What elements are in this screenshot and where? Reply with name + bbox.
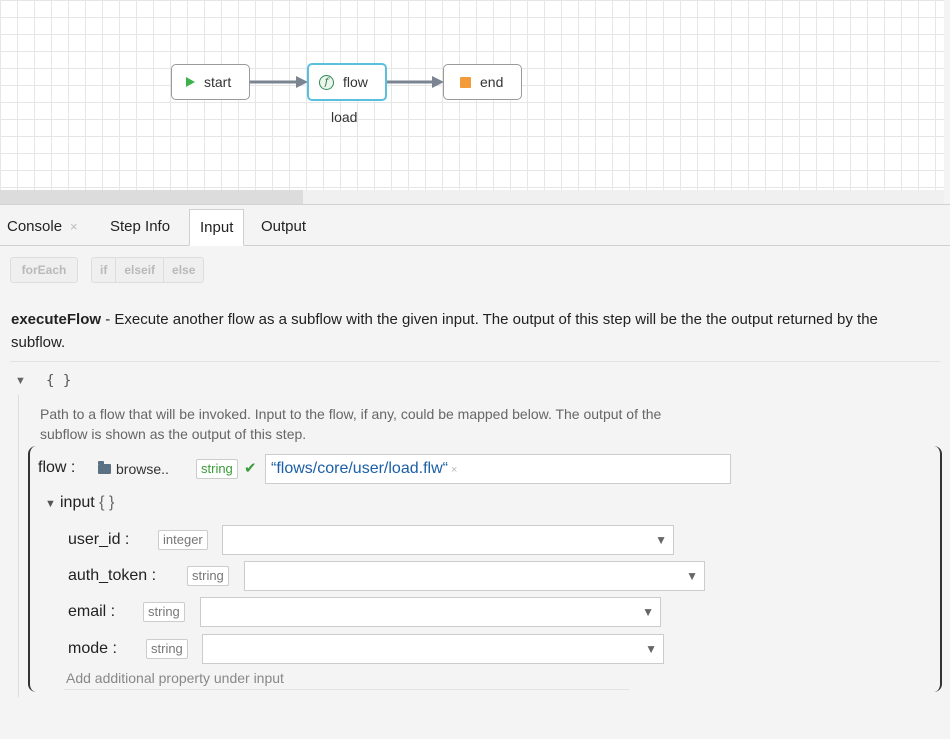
else-button[interactable]: else [164, 258, 203, 282]
collapse-root-icon[interactable]: ▼ [15, 375, 26, 387]
tab-input[interactable]: Input [189, 209, 245, 246]
property-type-badge: integer [158, 530, 208, 550]
email-select[interactable]: ▼ [200, 597, 661, 627]
root-help-text: Path to a flow that will be invoked. Inp… [40, 406, 662, 442]
browse-label: browse.. [116, 461, 169, 477]
canvas-scrollbar-thumb[interactable] [0, 190, 303, 204]
node-start-label: start [204, 74, 232, 90]
connector-flow-end [386, 76, 444, 88]
conditional-button-group: if elseif else [91, 257, 205, 283]
elseif-button[interactable]: elseif [116, 258, 165, 282]
node-flow-label: flow [343, 74, 368, 90]
chevron-down-icon: ▼ [655, 533, 667, 547]
property-type-badge: string [187, 566, 229, 586]
add-property-underline [64, 689, 629, 690]
tab-output[interactable]: Output [261, 209, 306, 245]
chevron-down-icon: ▼ [686, 569, 698, 583]
input-group-name: input [60, 494, 95, 511]
pane-divider[interactable] [0, 204, 950, 205]
property-type-badge: string [143, 602, 185, 622]
flow-type-badge: string [196, 459, 238, 479]
node-end[interactable]: end [443, 64, 522, 100]
connector-start-flow [250, 76, 308, 88]
mode-select[interactable]: ▼ [202, 634, 664, 664]
property-label-mode: mode : [68, 640, 117, 657]
property-label-user-id: user_id : [68, 531, 130, 548]
bottom-tab-bar: Console × Step Info Input Output [0, 209, 950, 246]
input-group-braces: { } [99, 494, 115, 511]
step-description-text: - Execute another flow as a subflow with… [11, 311, 878, 351]
root-object-braces: { } [46, 373, 72, 389]
node-start[interactable]: start [171, 64, 250, 100]
tree-guide-line [18, 395, 19, 697]
check-icon: ✔ [244, 460, 257, 477]
node-end-label: end [480, 74, 504, 90]
property-label-email: email : [68, 603, 116, 620]
separator [10, 361, 940, 362]
close-icon[interactable]: × [70, 219, 78, 234]
foreach-button[interactable]: forEach [10, 257, 78, 283]
stop-icon [460, 76, 471, 88]
tab-step-info[interactable]: Step Info [110, 209, 170, 245]
function-icon: f [319, 74, 334, 90]
if-button[interactable]: if [92, 258, 117, 282]
step-description: executeFlow - Execute another flow as a … [11, 308, 936, 354]
flow-path-value: “flows/core/user/load.flw“ [271, 460, 448, 477]
browse-button[interactable]: browse.. [98, 461, 169, 477]
user-id-select[interactable]: ▼ [222, 525, 674, 555]
play-icon [186, 77, 195, 87]
auth-token-select[interactable]: ▼ [244, 561, 705, 591]
property-type-badge: string [146, 639, 188, 659]
add-property-input[interactable]: Add additional property under input [66, 670, 284, 686]
chevron-down-icon: ▼ [645, 642, 657, 656]
collapse-input-icon[interactable]: ▼ [45, 498, 56, 510]
tab-console-label: Console [7, 218, 63, 235]
flow-path-input[interactable]: “flows/core/user/load.flw“ × [265, 454, 731, 484]
input-group-label: input { } [60, 494, 114, 512]
node-flow[interactable]: f flow [307, 63, 387, 101]
tab-console[interactable]: Console × [7, 209, 78, 245]
flow-field-label: flow : [38, 459, 76, 476]
node-flow-caption: load [331, 109, 358, 125]
chevron-down-icon: ▼ [642, 605, 654, 619]
folder-icon [98, 461, 111, 474]
clear-icon[interactable]: × [451, 464, 457, 476]
property-label-auth-token: auth_token : [68, 567, 157, 584]
step-name: executeFlow [11, 311, 102, 328]
